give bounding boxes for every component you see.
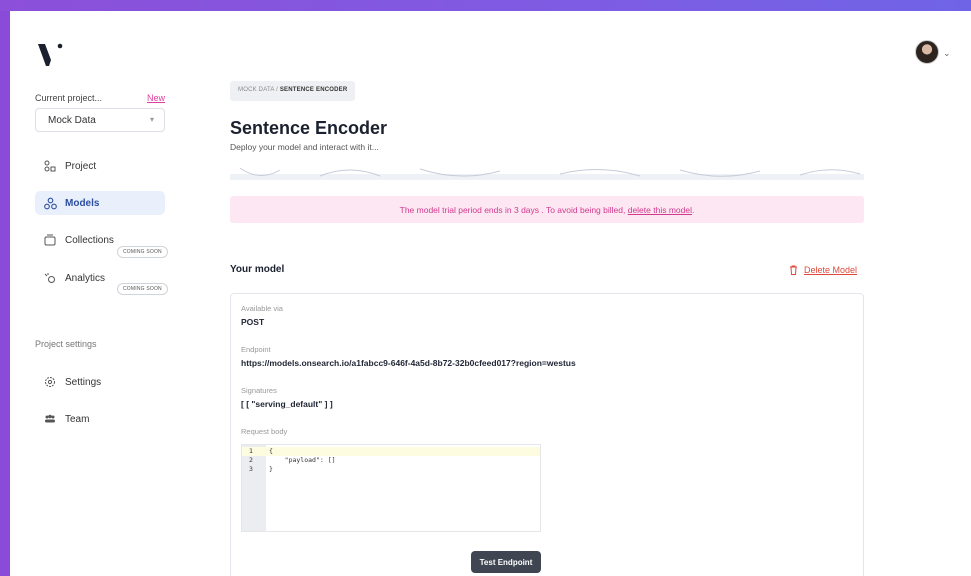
breadcrumb-parent[interactable]: MOCK DATA bbox=[238, 87, 274, 93]
available-via-label: Available via bbox=[241, 304, 283, 313]
project-icon bbox=[43, 159, 57, 173]
delete-model-button[interactable]: Delete Model bbox=[789, 265, 857, 275]
code-text: "payload": [] bbox=[269, 456, 336, 464]
app-window: ⌄ Current project... New Mock Data ▾ Pro… bbox=[10, 11, 971, 576]
page-title: Sentence Encoder bbox=[230, 118, 388, 138]
coming-soon-badge: COMING SOON bbox=[117, 283, 168, 295]
sidebar-item-team[interactable]: Team bbox=[35, 407, 165, 431]
sidebar-item-models[interactable]: Models bbox=[35, 191, 165, 215]
banner-text: The model trial period ends in 3 days . … bbox=[399, 205, 628, 215]
sidebar-item-settings[interactable]: Settings bbox=[35, 370, 165, 394]
code-line[interactable]: 2 "payload": [] bbox=[242, 456, 540, 465]
chevron-down-icon[interactable]: ⌄ bbox=[943, 48, 951, 59]
sidebar-item-label: Project bbox=[65, 160, 97, 172]
sidebar-item-label: Analytics bbox=[65, 272, 106, 284]
line-number: 3 bbox=[249, 465, 253, 473]
trash-icon bbox=[790, 265, 797, 275]
code-line[interactable]: 3 } bbox=[242, 465, 540, 474]
line-number: 1 bbox=[249, 447, 253, 455]
sidebar-item-label: Team bbox=[65, 413, 90, 425]
top-gradient-band bbox=[0, 0, 971, 11]
breadcrumb-current: SENTENCE ENCODER bbox=[279, 87, 348, 93]
trial-warning-banner: The model trial period ends in 3 days . … bbox=[230, 196, 864, 223]
sidebar-item-project[interactable]: Project bbox=[35, 154, 165, 178]
sidebar-item-label: Collections bbox=[65, 234, 114, 246]
code-text: { bbox=[269, 447, 273, 455]
banner-suffix: . bbox=[691, 205, 695, 215]
decorative-header-graphic bbox=[230, 167, 864, 180]
page-subtitle: Deploy your model and interact with it..… bbox=[230, 142, 379, 152]
endpoint-value: https://models.onsearch.io/a1fabcc9-646f… bbox=[241, 358, 576, 368]
team-icon bbox=[43, 412, 57, 426]
coming-soon-badge: COMING SOON bbox=[117, 246, 168, 258]
code-line[interactable]: 1 { bbox=[242, 447, 540, 456]
new-project-link[interactable]: New bbox=[147, 93, 165, 103]
test-endpoint-button[interactable]: Test Endpoint bbox=[471, 551, 541, 573]
models-icon bbox=[43, 196, 57, 210]
breadcrumb: MOCK DATA / SENTENCE ENCODER bbox=[230, 81, 356, 101]
gear-icon bbox=[43, 375, 57, 389]
analytics-icon bbox=[43, 271, 57, 285]
user-avatar[interactable] bbox=[915, 40, 939, 64]
model-details-card: Available via POST Endpoint https://mode… bbox=[230, 293, 864, 576]
collections-icon bbox=[43, 233, 57, 247]
sidebar-item-label: Models bbox=[65, 197, 100, 209]
endpoint-label: Endpoint bbox=[241, 345, 271, 354]
current-project-label: Current project... bbox=[35, 93, 103, 103]
request-body-label: Request body bbox=[241, 427, 288, 436]
project-select[interactable]: Mock Data ▾ bbox=[35, 108, 165, 132]
request-body-editor[interactable]: 1 { 2 "payload": [] 3 } bbox=[241, 444, 541, 532]
signatures-value: [ [ "serving_default" ] ] bbox=[241, 399, 333, 409]
available-via-value: POST bbox=[241, 317, 265, 327]
line-number: 2 bbox=[249, 456, 253, 464]
your-model-heading: Your model bbox=[230, 264, 285, 275]
app-logo-icon bbox=[38, 43, 63, 66]
code-text: } bbox=[269, 465, 273, 473]
sidebar-item-label: Settings bbox=[65, 376, 102, 388]
project-settings-label: Project settings bbox=[35, 339, 97, 349]
delete-model-label: Delete Model bbox=[804, 265, 858, 275]
project-select-value: Mock Data bbox=[48, 115, 96, 126]
signatures-label: Signatures bbox=[241, 386, 277, 395]
delete-model-link[interactable]: delete this model bbox=[628, 205, 692, 215]
chevron-down-icon: ▾ bbox=[149, 115, 154, 124]
